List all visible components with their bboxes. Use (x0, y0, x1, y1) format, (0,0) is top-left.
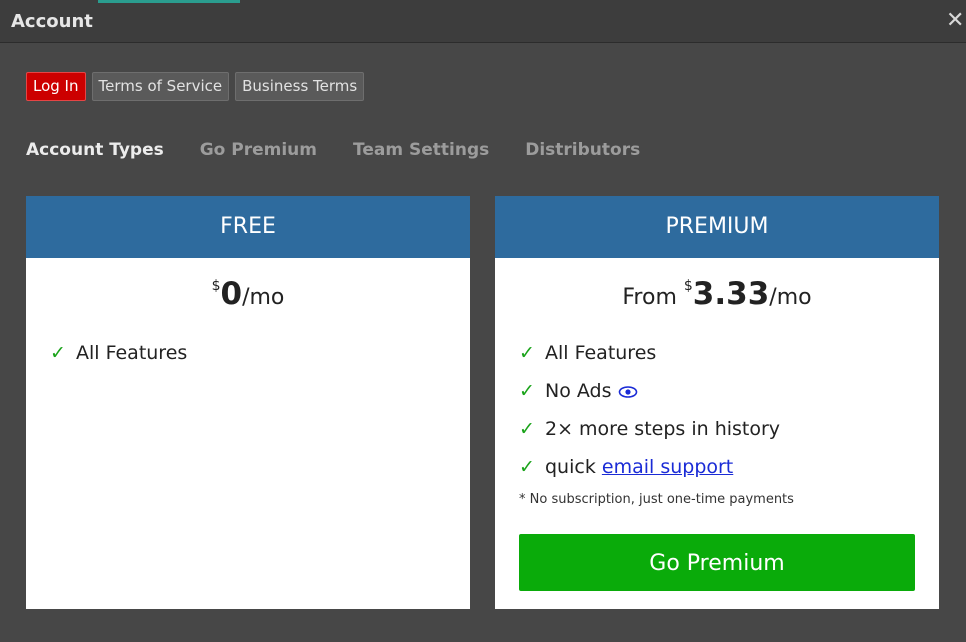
login-button[interactable]: Log In (26, 72, 86, 101)
tab-account-types[interactable]: Account Types (26, 140, 164, 160)
price-prefix: From (622, 285, 684, 310)
email-support-link[interactable]: email support (602, 456, 733, 478)
titlebar-accent-bar (98, 0, 240, 3)
price-amount: 3.33 (692, 276, 770, 312)
eye-icon[interactable] (618, 378, 638, 404)
price-period: /mo (769, 285, 812, 310)
feature-label: No Ads (545, 380, 612, 402)
list-item: ✓ All Features (519, 340, 939, 378)
check-icon: ✓ (519, 418, 535, 440)
free-plan-title: FREE (26, 196, 470, 258)
feature-label: 2× more steps in history (545, 418, 781, 440)
check-icon: ✓ (50, 342, 66, 364)
tab-distributors[interactable]: Distributors (525, 140, 640, 160)
price-currency: $ (211, 278, 221, 294)
premium-plan-price: From $3.33/mo (495, 276, 939, 316)
close-icon[interactable]: ✕ (946, 8, 964, 34)
window-title: Account (11, 11, 93, 32)
free-plan-price: $0/mo (26, 276, 470, 316)
go-premium-button[interactable]: Go Premium (519, 534, 915, 591)
price-currency: $ (683, 278, 693, 294)
feature-label: All Features (76, 342, 188, 364)
premium-plan-card: PREMIUM From $3.33/mo ✓ All Features ✓ N… (495, 196, 939, 609)
free-feature-list: ✓ All Features (50, 340, 470, 378)
tab-go-premium[interactable]: Go Premium (200, 140, 317, 160)
window-titlebar: Account ✕ (0, 0, 966, 43)
list-item: ✓ All Features (50, 340, 470, 378)
list-item: ✓ quick email support (519, 454, 939, 492)
premium-feature-list: ✓ All Features ✓ No Ads ✓ 2× more steps … (519, 340, 939, 492)
price-amount: 0 (220, 276, 243, 312)
feature-prefix: quick (545, 456, 602, 478)
top-button-row: Log In Terms of Service Business Terms (26, 72, 365, 101)
check-icon: ✓ (519, 380, 535, 402)
account-tabs: Account Types Go Premium Team Settings D… (26, 140, 676, 160)
feature-label: quick email support (545, 454, 733, 480)
terms-of-service-button[interactable]: Terms of Service (91, 72, 230, 101)
subscription-note: * No subscription, just one-time payment… (519, 492, 794, 507)
tab-team-settings[interactable]: Team Settings (353, 140, 489, 160)
feature-label: All Features (545, 342, 657, 364)
check-icon: ✓ (519, 342, 535, 364)
free-plan-card: FREE $0/mo ✓ All Features (26, 196, 470, 609)
check-icon: ✓ (519, 456, 535, 478)
business-terms-button[interactable]: Business Terms (235, 72, 365, 101)
premium-plan-title: PREMIUM (495, 196, 939, 258)
list-item: ✓ 2× more steps in history (519, 416, 939, 454)
list-item: ✓ No Ads (519, 378, 939, 416)
price-period: /mo (242, 285, 285, 310)
